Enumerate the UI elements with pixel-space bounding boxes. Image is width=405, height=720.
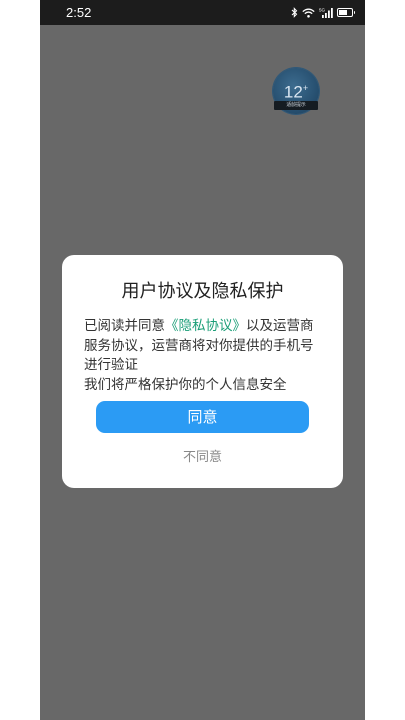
signal-icon: 5G	[319, 8, 333, 18]
body-line2: 我们将严格保护你的个人信息安全	[84, 376, 287, 393]
age-rating-badge[interactable]: 12+ 适龄提示	[273, 68, 319, 114]
disagree-button[interactable]: 不同意	[152, 447, 253, 469]
age-rating-label: 适龄提示	[274, 101, 318, 110]
privacy-policy-link[interactable]: 《隐私协议》	[165, 318, 246, 334]
age-rating-plus: +	[302, 83, 309, 93]
phone-screen: 2:52 5G 12+ 适龄提示 用户协议及隐私保护 已阅读并同意《隐私协议》以…	[40, 0, 365, 720]
age-rating-number: 12+	[273, 78, 319, 103]
status-icons: 5G	[291, 6, 355, 19]
dialog-title: 用户协议及隐私保护	[121, 281, 284, 302]
wifi-icon	[302, 8, 315, 18]
status-time: 2:52	[66, 5, 92, 20]
dialog-body: 已阅读并同意《隐私协议》以及运营商服务协议，运营商将对你提供的手机号进行验证 我…	[84, 317, 324, 395]
agree-button[interactable]: 同意	[96, 401, 309, 433]
network-type-label: 5G	[319, 8, 326, 13]
body-prefix: 已阅读并同意	[84, 318, 165, 334]
battery-level	[339, 10, 348, 15]
bluetooth-icon	[291, 7, 298, 18]
age-rating-value: 12	[283, 82, 303, 102]
privacy-dialog: 用户协议及隐私保护 已阅读并同意《隐私协议》以及运营商服务协议，运营商将对你提供…	[62, 255, 343, 488]
battery-icon	[337, 8, 355, 17]
status-bar: 2:52 5G	[40, 0, 365, 25]
